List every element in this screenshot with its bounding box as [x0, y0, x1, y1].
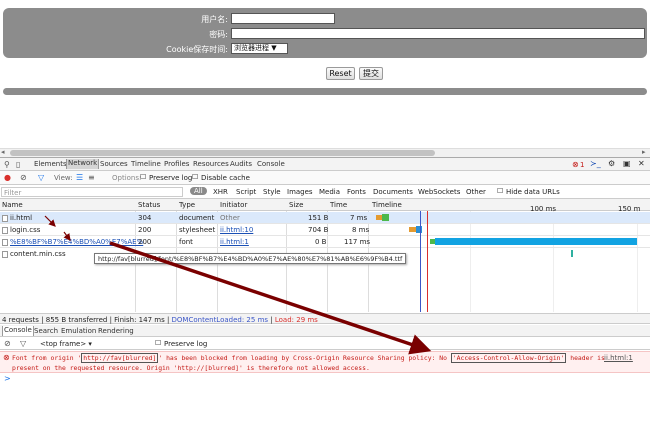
- small-arrow: [44, 215, 56, 227]
- big-arrow: [109, 241, 432, 355]
- annotation-arrows: [44, 215, 432, 355]
- small-arrow: [63, 231, 71, 241]
